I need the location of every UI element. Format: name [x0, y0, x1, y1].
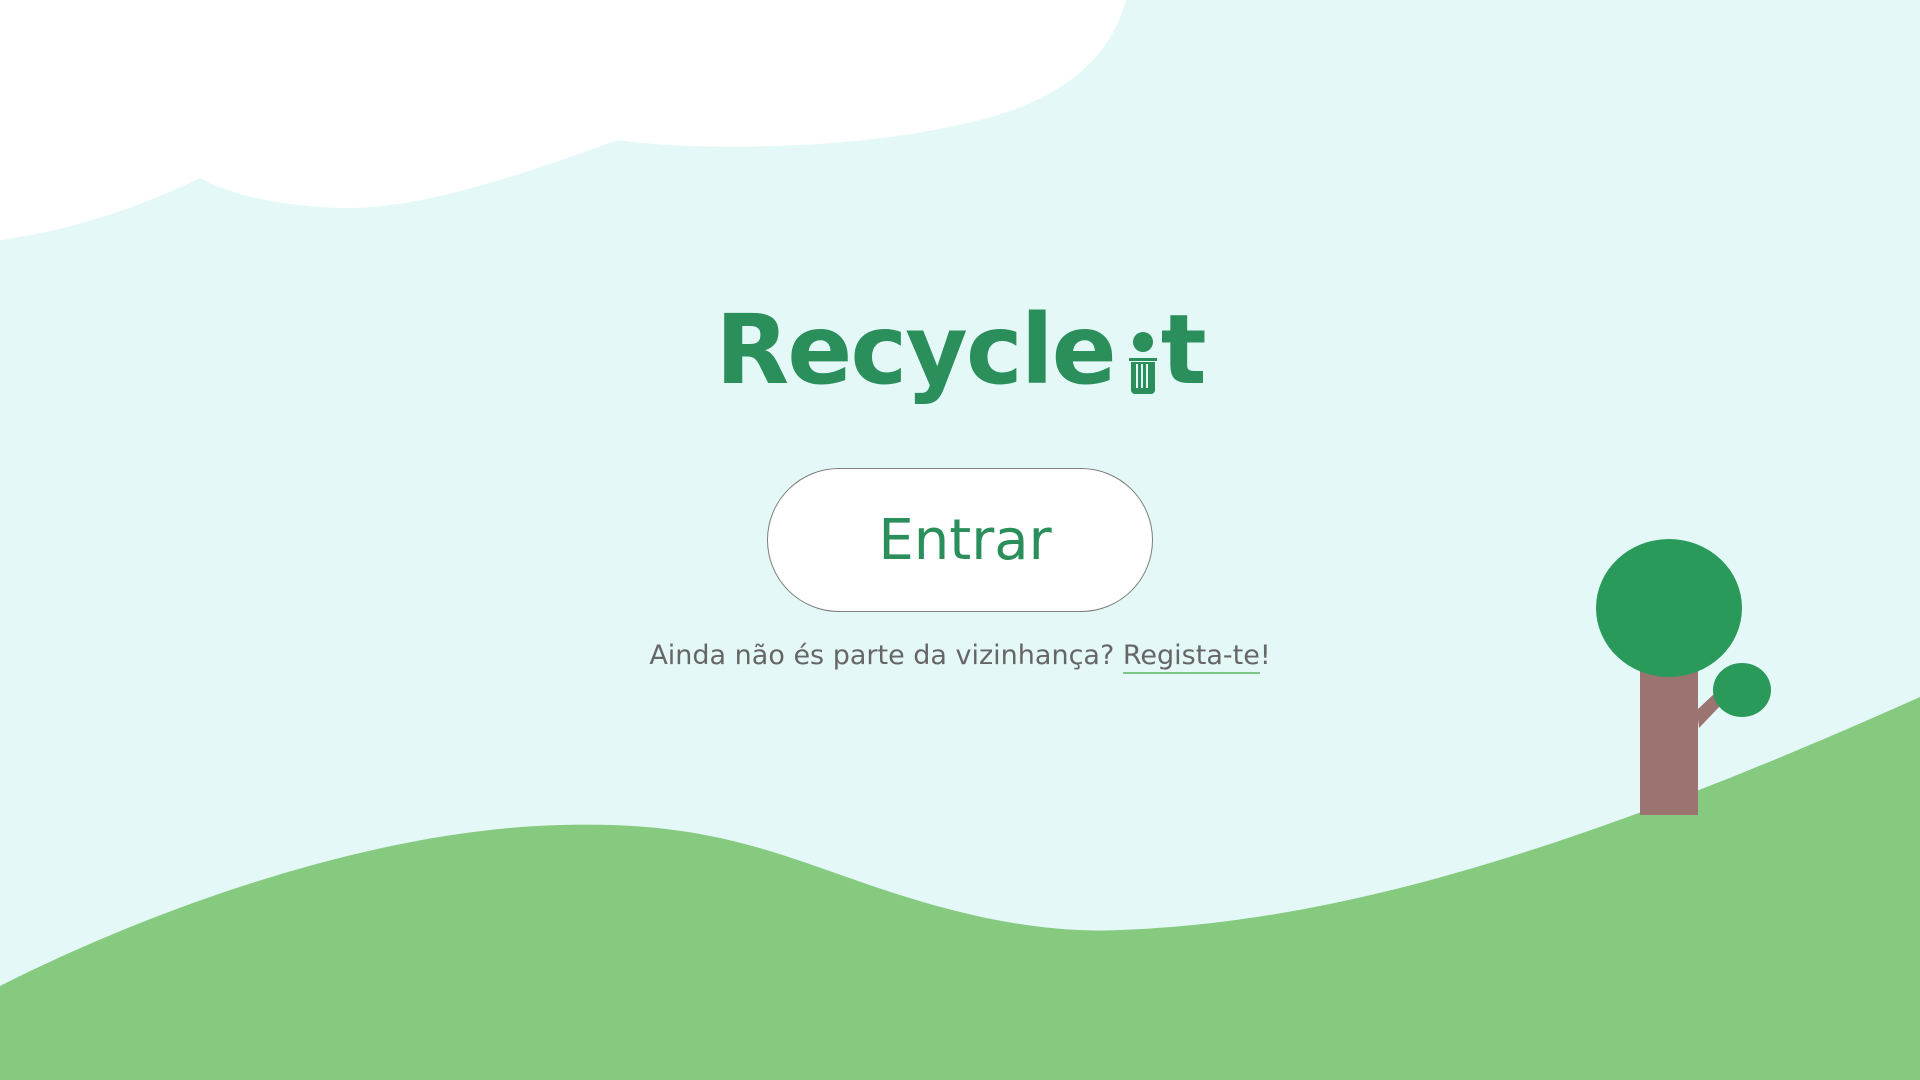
tree-small-canopy — [1713, 663, 1771, 717]
logo-bin-body — [1128, 358, 1157, 394]
logo-suffix: t — [1160, 294, 1207, 406]
register-link[interactable]: Regista-te — [1122, 640, 1260, 674]
trash-bin-icon — [1128, 324, 1157, 394]
enter-button[interactable]: Entrar — [767, 468, 1153, 612]
hill — [0, 697, 1920, 1080]
tree-trunk — [1640, 660, 1698, 815]
logo-i-dot — [1132, 332, 1153, 352]
logo-word: Recycle — [715, 294, 1116, 406]
cloud — [0, 0, 1126, 240]
signup-suffix: ! — [1259, 640, 1271, 671]
app-logo: Recycle t — [0, 290, 1920, 410]
landing-page: Recycle t Entrar Ainda não és parte da v… — [0, 0, 1920, 1080]
signup-prompt: Ainda não és parte da vizinhança? Regist… — [0, 640, 1920, 674]
signup-prompt-text: Ainda não és parte da vizinhança? — [649, 640, 1123, 671]
